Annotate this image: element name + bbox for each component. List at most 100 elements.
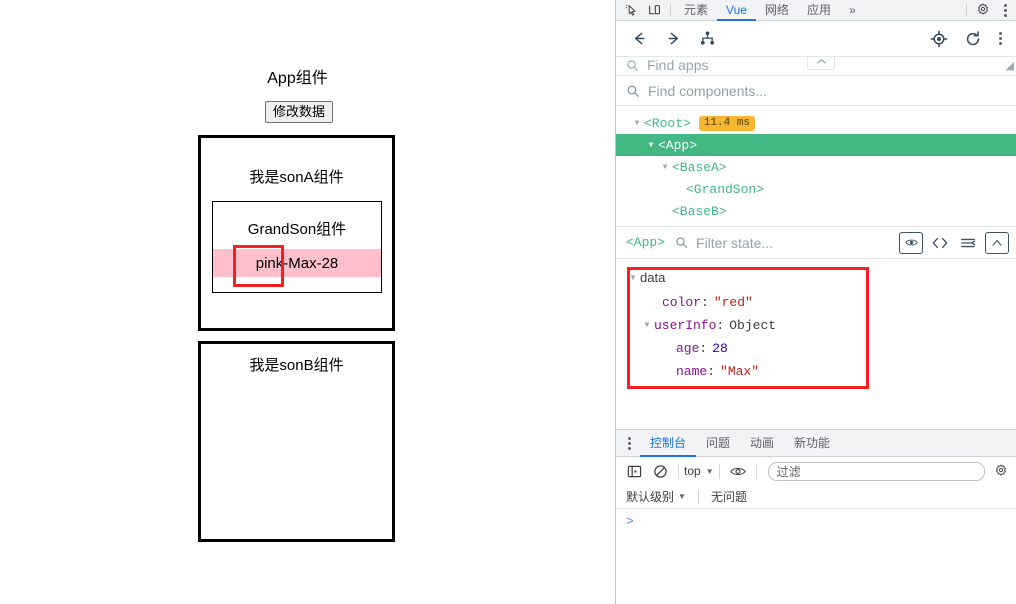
- state-value-name: "Max": [720, 364, 760, 379]
- state-value-userinfo: Object: [729, 318, 777, 333]
- collapse-all-icon[interactable]: [954, 231, 982, 255]
- tree-label-grandson: <GrandSon>: [686, 181, 765, 197]
- device-toolbar-icon[interactable]: [643, 1, 666, 20]
- grandson-label: GrandSon组件: [247, 221, 347, 238]
- tab-vue[interactable]: Vue: [717, 0, 756, 21]
- tab-more-overflow[interactable]: »: [840, 0, 865, 21]
- devtools-panel: 元素 Vue 网络 应用 » Find apps ◢ Find componen…: [616, 0, 1016, 604]
- console-tab-console[interactable]: 控制台: [640, 430, 697, 457]
- tree-node-grandson[interactable]: ▼ <GrandSon>: [616, 178, 1016, 200]
- state-value-age: 28: [712, 341, 728, 356]
- inspect-element-icon[interactable]: [620, 1, 643, 20]
- state-colon-userinfo: :: [716, 318, 725, 333]
- state-row-color[interactable]: ▼ color : "red": [640, 291, 1016, 314]
- console-tab-whatsnew[interactable]: 新功能: [784, 430, 840, 457]
- sonA-label: 我是sonA组件: [249, 169, 344, 186]
- state-group-arrow[interactable]: ▼: [626, 273, 640, 282]
- devtools-tabbar: 元素 Vue 网络 应用 »: [616, 0, 1016, 21]
- state-group-data[interactable]: ▼ data: [616, 267, 1016, 287]
- find-components-search[interactable]: Find components...: [616, 76, 1016, 106]
- tree-arrow-basea[interactable]: ▼: [658, 163, 672, 172]
- console-toolbar: top ▼ 过滤: [616, 457, 1016, 485]
- console-issues-status[interactable]: 无问题: [711, 488, 747, 505]
- settings-gear-icon[interactable]: [971, 1, 994, 20]
- console-drawer-menu-icon[interactable]: [618, 432, 640, 454]
- forward-arrow-icon[interactable]: [656, 25, 690, 53]
- tree-node-baseb[interactable]: ▼ <BaseB>: [616, 200, 1016, 222]
- console-sidebar-toggle-icon[interactable]: [621, 460, 647, 482]
- console-level-label: 默认级别: [626, 490, 675, 504]
- refresh-icon[interactable]: [956, 25, 990, 53]
- find-components-placeholder: Find components...: [648, 82, 768, 99]
- state-row-userinfo-arrow[interactable]: ▼: [640, 314, 654, 337]
- render-time-badge: 11.4 ms: [698, 115, 756, 131]
- tree-node-root[interactable]: ▼ <Root> 11.4 ms: [616, 112, 1016, 134]
- console-context-label: top: [684, 464, 701, 478]
- tab-elements[interactable]: 元素: [675, 0, 717, 21]
- sonB-component-box: 我是sonB组件: [198, 341, 395, 542]
- vue-nav-more-icon[interactable]: [990, 28, 1010, 50]
- vue-nav-kebab-icon[interactable]: [990, 28, 1010, 50]
- grandson-component-box: GrandSon组件 pink-Max-28: [212, 201, 382, 293]
- state-search-icon: [675, 236, 688, 249]
- component-tree-icon[interactable]: [690, 25, 724, 53]
- tree-label-app: <App>: [658, 137, 698, 153]
- tabbar-divider: [670, 3, 671, 17]
- component-tree: ▼ <Root> 11.4 ms ▼ <App> ▼ <BaseA> ▼ <Gr…: [616, 106, 1016, 227]
- select-component-target-icon[interactable]: [922, 25, 956, 53]
- console-toolbar-divider-2: [718, 463, 720, 479]
- state-key-userinfo: userInfo: [654, 318, 717, 333]
- back-arrow-icon[interactable]: [622, 25, 656, 53]
- collapse-chevron-up-icon[interactable]: [807, 57, 835, 70]
- find-apps-placeholder: Find apps: [647, 57, 709, 73]
- console-level-selector[interactable]: 默认级别 ▼: [626, 488, 686, 505]
- tab-application[interactable]: 应用: [798, 0, 840, 21]
- tree-node-basea[interactable]: ▼ <BaseA>: [616, 156, 1016, 178]
- chevron-down-icon: ▼: [705, 466, 714, 476]
- console-tab-animations[interactable]: 动画: [740, 430, 784, 457]
- state-colon-color: :: [701, 295, 709, 310]
- console-filter-input[interactable]: 过滤: [767, 461, 985, 481]
- console-toolbar-divider-3: [755, 463, 757, 479]
- tree-arrow-root[interactable]: ▼: [630, 119, 644, 128]
- state-filter-input[interactable]: Filter state...: [696, 235, 896, 251]
- state-toolbar: <App> Filter state...: [616, 227, 1016, 259]
- devtools-more-menu-icon[interactable]: [994, 0, 1016, 21]
- console-toolbar-divider-1: [678, 463, 679, 479]
- state-colon-name: :: [707, 364, 716, 379]
- tabbar-divider-right: [966, 3, 967, 17]
- console-levels-divider: [697, 489, 699, 504]
- sonB-label: 我是sonB组件: [249, 357, 344, 374]
- console-tab-issues[interactable]: 问题: [696, 430, 740, 457]
- state-row-userinfo[interactable]: ▼ userInfo : Object: [640, 314, 1016, 337]
- modify-data-button[interactable]: 修改数据: [265, 101, 334, 123]
- page-title: App组件: [267, 70, 328, 87]
- state-row-age[interactable]: ▼ age : 28: [640, 337, 1016, 360]
- tree-label-basea: <BaseA>: [672, 159, 727, 175]
- tree-label-baseb: <BaseB>: [672, 203, 727, 219]
- grandson-value-band: pink-Max-28: [213, 249, 381, 277]
- console-levels-row: 默认级别 ▼ 无问题: [616, 485, 1016, 509]
- state-inspector: ▼ data ▼ color : "red" ▼ userInfo : Obje…: [616, 259, 1016, 429]
- open-in-editor-code-icon[interactable]: [926, 231, 954, 255]
- state-row-name[interactable]: ▼ name : "Max": [640, 360, 1016, 383]
- state-key-color: color: [662, 295, 702, 310]
- state-kv-list: ▼ color : "red" ▼ userInfo : Object ▼ ag…: [616, 291, 1016, 383]
- console-settings-partial-icon[interactable]: [991, 464, 1011, 478]
- live-expression-eye-icon[interactable]: [725, 460, 751, 482]
- tree-arrow-app[interactable]: ▼: [644, 141, 658, 150]
- clear-console-icon[interactable]: [647, 460, 673, 482]
- screenshot-root: App组件 修改数据 我是sonA组件 GrandSon组件 pink-Max-…: [0, 0, 1016, 604]
- tree-label-root: <Root>: [644, 115, 691, 131]
- inspect-dom-eye-icon[interactable]: [899, 231, 923, 254]
- console-context-selector[interactable]: top ▼: [684, 464, 714, 478]
- tab-network[interactable]: 网络: [756, 0, 798, 21]
- state-extra-action-icon[interactable]: [985, 231, 1009, 254]
- console-prompt[interactable]: >: [616, 509, 1016, 533]
- find-apps-corner-icon: ◢: [1005, 60, 1014, 72]
- tree-node-app[interactable]: ▼ <App>: [616, 134, 1016, 156]
- state-value-color: "red": [713, 295, 753, 310]
- find-apps-row[interactable]: Find apps ◢: [616, 57, 1016, 76]
- console-prompt-caret: >: [626, 513, 634, 529]
- state-selected-component: <App>: [626, 235, 666, 250]
